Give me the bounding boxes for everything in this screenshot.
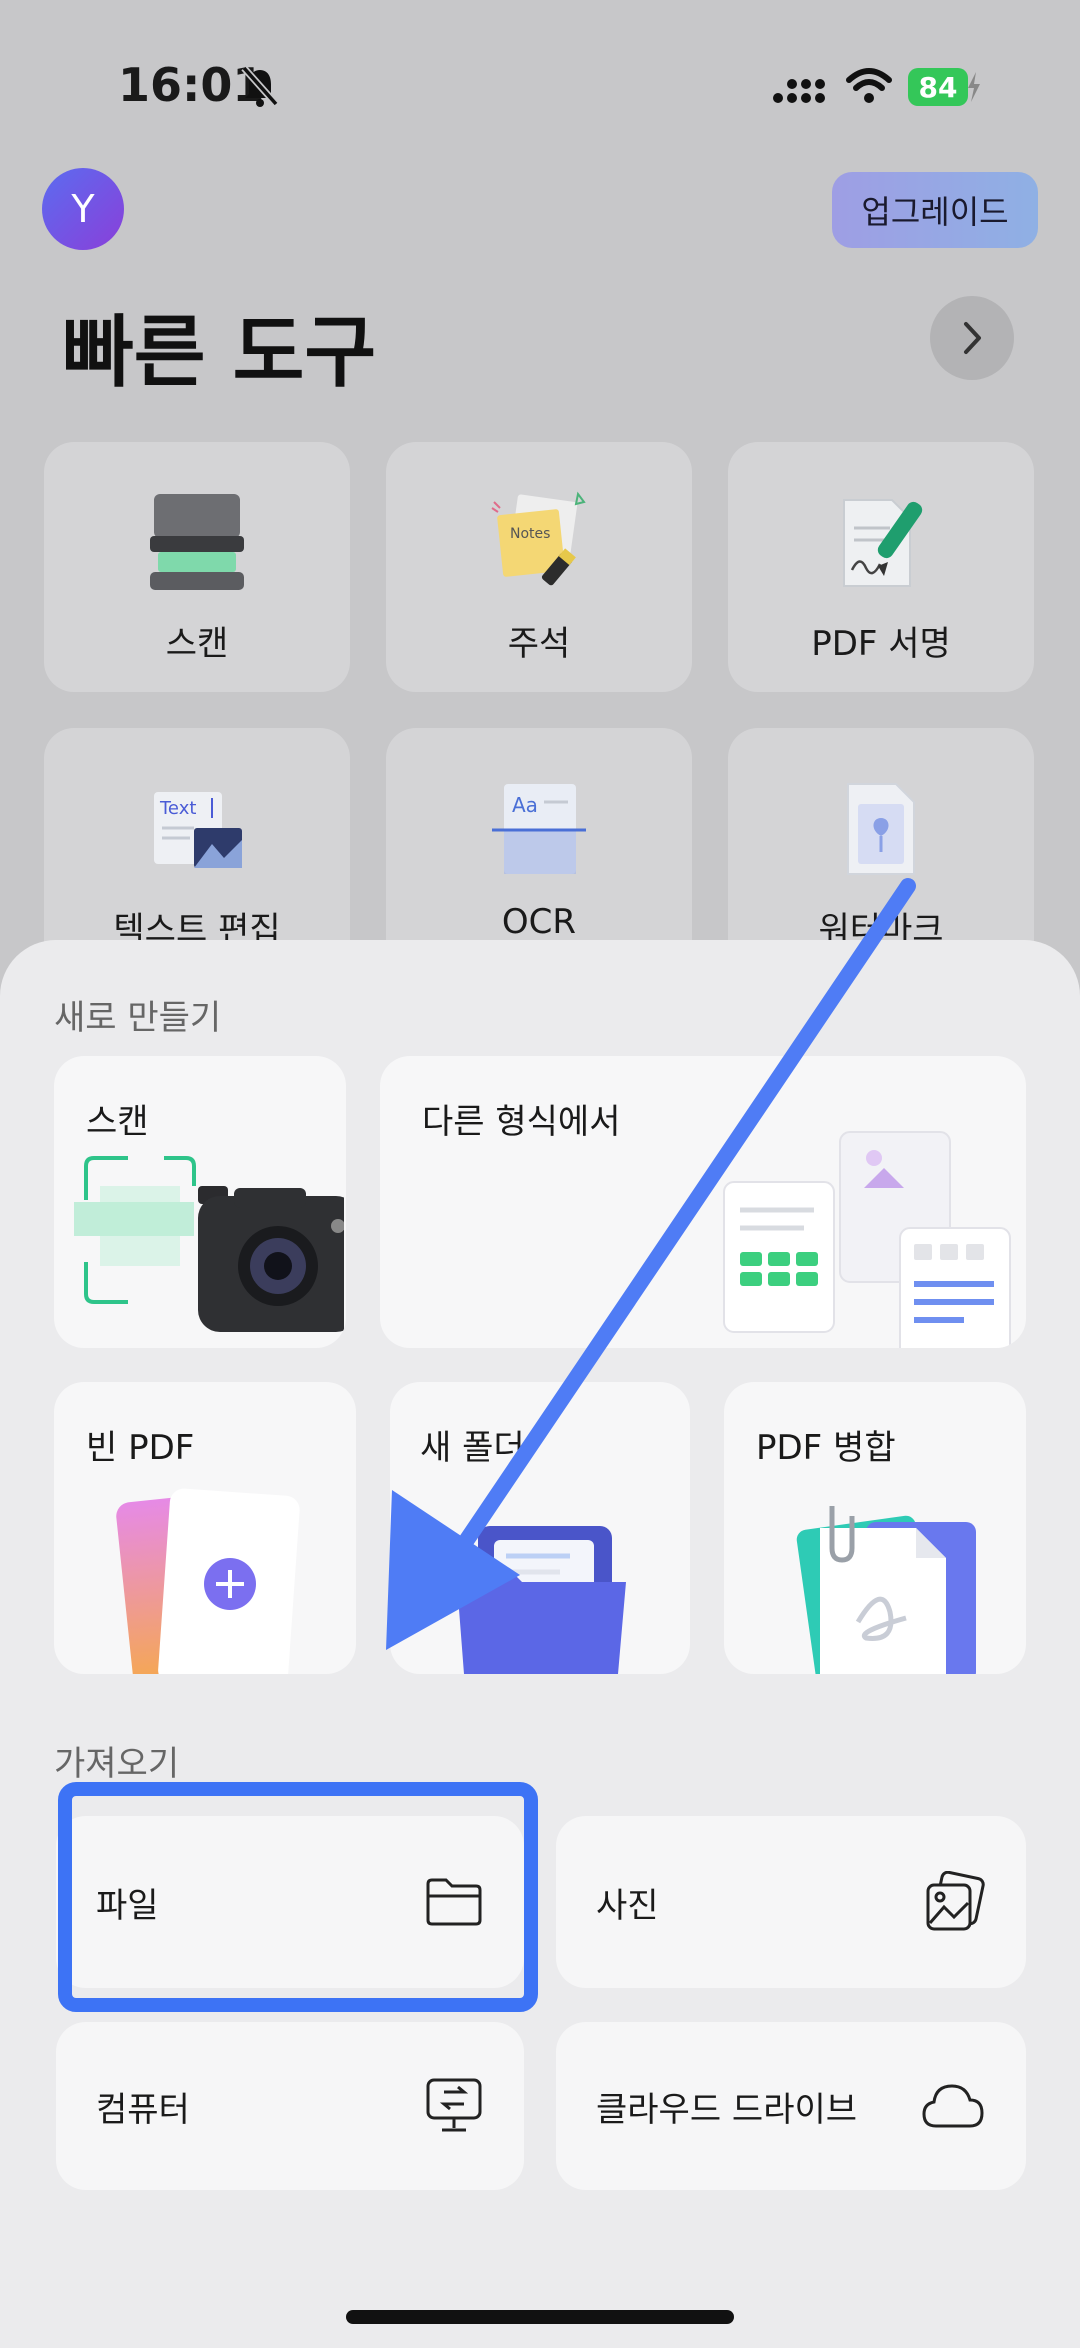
quick-tools-more-button[interactable]	[930, 296, 1014, 380]
svg-text:Text: Text	[159, 798, 196, 819]
battery-level: 84	[918, 70, 958, 104]
tool-scan[interactable]: 스캔	[44, 442, 350, 692]
cellular-signal-icon	[773, 79, 825, 103]
ocr-icon: Aa	[492, 784, 586, 874]
card-label: 스캔	[86, 1102, 149, 1142]
upgrade-button[interactable]: 업그레이드	[832, 172, 1038, 248]
page-title: 빠른 도구	[62, 308, 377, 398]
import-label: 컴퓨터	[96, 2089, 190, 2130]
watermark-icon	[847, 783, 915, 875]
create-scan-card[interactable]: 스캔	[54, 1056, 346, 1348]
import-label: 클라우드 드라이브	[596, 2089, 858, 2130]
home-indicator[interactable]	[346, 2310, 734, 2324]
import-label: 사진	[596, 1885, 659, 1926]
computer-transfer-icon	[426, 2078, 482, 2132]
avatar-letter: Y	[71, 187, 95, 231]
bell-muted-icon	[241, 65, 279, 107]
battery-indicator: 84	[908, 68, 968, 106]
wifi-icon	[846, 68, 892, 103]
camera-icon	[74, 1156, 344, 1332]
cloud-icon	[922, 2084, 984, 2128]
notes-icon: Notes	[491, 491, 586, 586]
tool-pdf-sign[interactable]: PDF 서명	[728, 442, 1034, 692]
svg-text:Aa: Aa	[512, 793, 538, 817]
import-cloud-card[interactable]: 클라우드 드라이브	[556, 2022, 1026, 2190]
create-blank-pdf-card[interactable]: 빈 PDF	[54, 1382, 356, 1674]
arrow-annotation-icon	[386, 878, 916, 1650]
file-highlight-box	[58, 1782, 538, 2012]
blank-pdf-icon	[116, 1488, 300, 1674]
charging-bolt-icon	[968, 72, 980, 102]
import-section-title: 가져오기	[54, 1744, 180, 1784]
scanner-icon	[150, 494, 244, 590]
tool-annotate[interactable]: Notes 주석	[386, 442, 692, 692]
upgrade-label: 업그레이드	[861, 193, 1009, 231]
svg-text:Notes: Notes	[510, 526, 550, 542]
signature-icon	[843, 499, 923, 587]
photo-icon	[926, 1871, 985, 1931]
create-section-title: 새로 만들기	[54, 998, 222, 1038]
tool-label: 주석	[507, 624, 571, 664]
avatar[interactable]: Y	[42, 168, 124, 250]
card-label: 빈 PDF	[86, 1428, 195, 1468]
import-photo-card[interactable]: 사진	[556, 1816, 1026, 1988]
text-edit-icon: Text	[154, 792, 242, 868]
tool-label: PDF 서명	[811, 624, 951, 664]
import-computer-card[interactable]: 컴퓨터	[56, 2022, 524, 2190]
chevron-right-icon	[964, 322, 981, 354]
tool-label: 스캔	[165, 624, 229, 664]
